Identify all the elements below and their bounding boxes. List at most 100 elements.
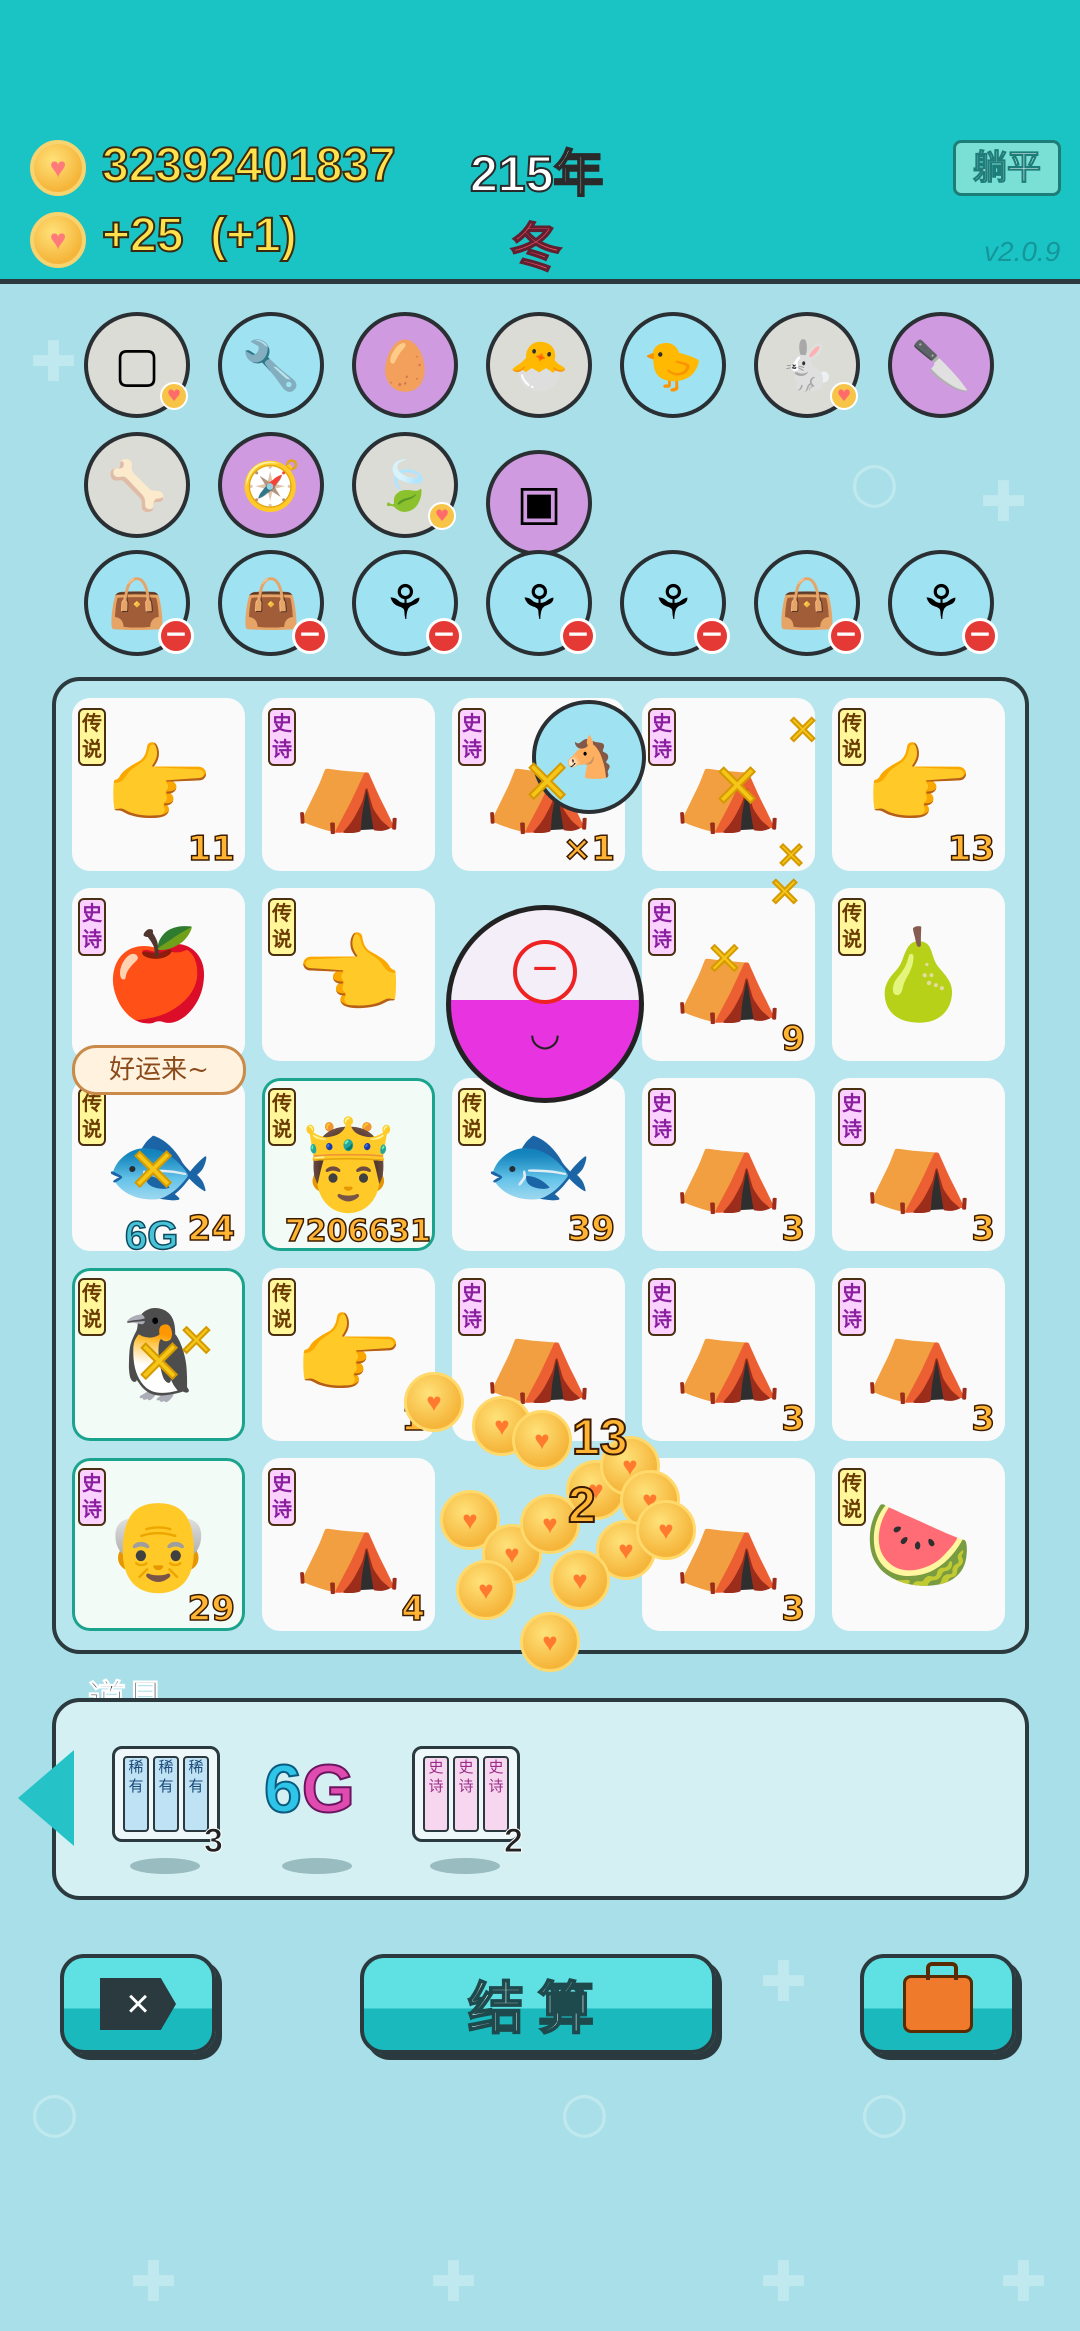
pointing-hand-icon: 👉 xyxy=(103,732,214,836)
six-g-tool[interactable]: 6G xyxy=(263,1750,356,1828)
rarity-tag: 传说 xyxy=(78,708,106,766)
remove-icon[interactable]: − xyxy=(828,618,864,654)
rarity-tag: 传说 xyxy=(78,1278,106,1336)
chick-with-egg-item[interactable]: 🐣 xyxy=(486,312,592,418)
board-cell-apple[interactable]: 🍎 史诗 xyxy=(72,888,245,1061)
board-cell-pointing-hand[interactable]: 👉 传说 13 xyxy=(832,698,1005,871)
board-cell-rabbit-tent[interactable]: ⛺ 史诗 4 xyxy=(262,1458,435,1631)
close-button[interactable]: × xyxy=(60,1954,216,2054)
rarity-tag: 史诗 xyxy=(268,1468,296,1526)
board-cell-koi-fish[interactable]: 🐟 传说 39 xyxy=(452,1078,625,1251)
king-face-icon: 🤴 xyxy=(293,1112,404,1216)
top-bar: ♥ 32392401837 ♥ +25 (+1) 215年 冬 躺平 v2.0.… xyxy=(0,0,1080,284)
cell-count: 4 xyxy=(401,1588,426,1630)
potted-flower-item[interactable]: ⚘ − xyxy=(620,550,730,656)
rarity-tag: 传说 xyxy=(838,708,866,766)
egg-item[interactable]: 🥚 xyxy=(352,312,458,418)
rarity-tag: 史诗 xyxy=(838,1088,866,1146)
seed-bag-icon: 👜 xyxy=(241,575,301,632)
cleaver-item[interactable]: 🔪 xyxy=(888,312,994,418)
gacha-capsule[interactable]: − ◡ xyxy=(446,905,644,1103)
board-cell-rabbit-tent[interactable]: ⛺ 史诗 3 xyxy=(642,1268,815,1441)
cross-icon: ✕ xyxy=(711,751,763,823)
rarity-tag: 史诗 xyxy=(648,898,676,956)
heart-badge-icon: ♥ xyxy=(160,382,188,410)
cross-icon: ✕ xyxy=(785,707,820,755)
cross-icon: ✕ xyxy=(775,835,807,878)
chick-with-egg-icon: 🐣 xyxy=(509,337,569,394)
board-cell-twin-fruit[interactable]: 🍐 传说 xyxy=(832,888,1005,1061)
heart-badge-icon: ♥ xyxy=(428,502,456,530)
leaf-icon: 🍃 xyxy=(375,457,435,514)
tool-count: 2 xyxy=(504,1822,524,1861)
leaf-item[interactable]: 🍃 ♥ xyxy=(352,432,458,538)
remove-icon[interactable]: − xyxy=(158,618,194,654)
potted-flower-item[interactable]: ⚘ − xyxy=(352,550,462,656)
arrow-left-icon[interactable] xyxy=(18,1750,74,1846)
chick-with-egg-item[interactable]: 🐤 xyxy=(620,312,726,418)
old-king-icon: 👴 xyxy=(103,1492,214,1596)
rarity-tag: 史诗 xyxy=(648,1278,676,1336)
dog-bowl-item[interactable]: 🦴 xyxy=(84,432,190,538)
board-cell-pointing-hand[interactable]: 👈 传说 xyxy=(262,888,435,1061)
compass-icon: 🧭 xyxy=(241,457,301,514)
wrench-shield-item[interactable]: 🔧 xyxy=(218,312,324,418)
six-g-letter: G xyxy=(301,1750,356,1828)
rabbit-item[interactable]: 🐇 ♥ xyxy=(754,312,860,418)
cell-count: 7206631 xyxy=(284,1213,432,1250)
cell-count: ×1 xyxy=(562,828,616,870)
six-g-overlay: 6G xyxy=(124,1213,179,1259)
cross-icon: ✕ xyxy=(127,1135,179,1207)
board-cell-watermelon[interactable]: 🍉 传说 xyxy=(832,1458,1005,1631)
rarity-tag: 传说 xyxy=(458,1088,486,1146)
settle-button[interactable]: 结算 xyxy=(360,1954,716,2054)
board-cell-pointing-hand[interactable]: 👉 传说 11 xyxy=(72,698,245,871)
board-cell-rabbit-tent[interactable]: ⛺ 史诗 3 xyxy=(642,1078,815,1251)
flying-coin-icon: ♥ xyxy=(636,1500,696,1560)
rabbit-tent-icon: ⛺ xyxy=(863,1112,974,1216)
year-counter: 215年 xyxy=(469,145,604,203)
board-cell-king-face[interactable]: 🤴 传说 7206631 xyxy=(262,1078,435,1251)
board-cell-rabbit-tent[interactable]: ⛺ 史诗 xyxy=(262,698,435,871)
seed-bag-item[interactable]: 👜 − xyxy=(84,550,194,656)
sugar-cubes-item[interactable]: ▢ ♥ xyxy=(84,312,190,418)
coin-icon: ♥ xyxy=(30,140,86,196)
potted-flower-icon: ⚘ xyxy=(517,575,561,631)
close-icon: × xyxy=(100,1978,176,2030)
lie-flat-button[interactable]: 躺平 xyxy=(953,140,1061,196)
rabbit-tent-icon: ⛺ xyxy=(673,1302,784,1406)
cell-count: 29 xyxy=(187,1588,236,1630)
seed-bag-icon: 👜 xyxy=(107,575,167,632)
board-cell-rabbit-tent[interactable]: ⛺ 史诗 3 xyxy=(832,1268,1005,1441)
board-cell-rabbit-tent[interactable]: ⛺ 史诗 3 xyxy=(832,1078,1005,1251)
rabbit-icon: 🐇 xyxy=(777,337,837,394)
briefcase-icon xyxy=(903,1962,973,2033)
coin-rate: +25 (+1) xyxy=(101,208,298,263)
seed-bag-item[interactable]: 👜 − xyxy=(218,550,328,656)
board-cell-old-king[interactable]: 👴 史诗 29 xyxy=(72,1458,245,1631)
remove-icon[interactable]: − xyxy=(292,618,328,654)
sugar-cubes-icon: ▢ xyxy=(114,337,160,393)
egg-icon: 🥚 xyxy=(375,337,435,394)
compass-item[interactable]: 🧭 xyxy=(218,432,324,538)
remove-icon[interactable]: − xyxy=(426,618,462,654)
rarity-tag: 传说 xyxy=(838,1468,866,1526)
rare-slot: 稀有 xyxy=(123,1756,149,1832)
remove-icon[interactable]: − xyxy=(694,618,730,654)
cleaver-icon: 🔪 xyxy=(911,337,971,394)
rarity-tag: 史诗 xyxy=(648,708,676,766)
seed-bag-item[interactable]: 👜 − xyxy=(754,550,864,656)
float-number: 13 xyxy=(571,1408,629,1466)
remove-icon[interactable]: − xyxy=(560,618,596,654)
bag-button[interactable] xyxy=(860,1954,1016,2054)
potted-flower-item[interactable]: ⚘ − xyxy=(486,550,596,656)
cross-icon: ✕ xyxy=(177,1315,216,1368)
cell-count: 3 xyxy=(781,1588,806,1630)
remove-icon[interactable]: − xyxy=(962,618,998,654)
epic-slot: 史诗 xyxy=(453,1756,479,1832)
rarity-tag: 传说 xyxy=(268,1088,296,1146)
capsule-pack-item[interactable]: ▣ xyxy=(486,450,592,556)
potted-flower-item[interactable]: ⚘ − xyxy=(888,550,998,656)
twin-fruit-icon: 🍐 xyxy=(863,922,974,1026)
capsule-pack-icon: ▣ xyxy=(516,475,562,531)
